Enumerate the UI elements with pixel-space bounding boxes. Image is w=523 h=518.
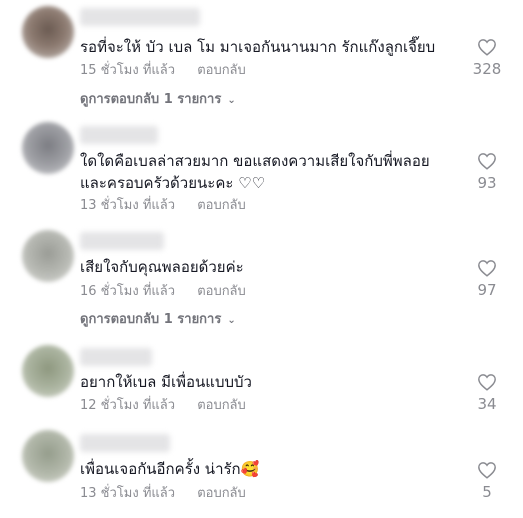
heart-icon [478,260,496,277]
like-count: 97 [477,281,497,299]
view-replies-label: ดูการตอบกลับ 1 รายการ [80,92,222,107]
heart-icon [478,374,496,391]
heart-icon [478,153,496,170]
like-count: 5 [482,483,492,501]
reply-button[interactable]: ตอบกลับ [197,284,246,299]
like-button[interactable]: 34 [458,373,516,414]
like-button[interactable]: 97 [458,259,516,300]
username[interactable] [80,232,164,250]
avatar[interactable] [22,430,74,482]
comment-meta: 13 ชั่วโมง ที่แล้ว ตอบกลับ [80,197,246,215]
like-button[interactable]: 328 [458,38,516,79]
username[interactable] [80,434,170,452]
like-button[interactable]: 93 [458,152,516,193]
username[interactable] [80,348,152,366]
comment-time: 15 ชั่วโมง ที่แล้ว [80,63,176,78]
like-button[interactable]: 5 [458,461,516,502]
comment-time: 12 ชั่วโมง ที่แล้ว [80,398,176,413]
comment-time: 13 ชั่วโมง ที่แล้ว [80,198,176,213]
like-count: 93 [477,174,497,192]
avatar[interactable] [22,6,74,58]
comment-meta: 15 ชั่วโมง ที่แล้ว ตอบกลับ [80,62,246,80]
avatar[interactable] [22,230,74,282]
comment-text: อยากให้เบล มีเพื่อนแบบบัว [80,373,252,391]
view-replies-button[interactable]: ดูการตอบกลับ 1 รายการ ⌄ [80,91,236,110]
view-replies-label: ดูการตอบกลับ 1 รายการ [80,312,222,327]
reply-button[interactable]: ตอบกลับ [197,398,246,413]
comment-text: รอที่จะให้ บัว เบล โม มาเจอกันนานมาก รัก… [80,38,436,56]
comment-meta: 13 ชั่วโมง ที่แล้ว ตอบกลับ [80,485,246,503]
chevron-down-icon: ⌄ [227,95,236,106]
like-count: 328 [472,60,502,78]
comment-text: ใดใดคือเบลล่าสวยมาก ขอแสดงความเสียใจกับพ… [80,152,430,192]
comment-text: เสียใจกับคุณพลอยด้วยค่ะ [80,258,244,276]
avatar[interactable] [22,345,74,397]
chevron-down-icon: ⌄ [227,315,236,326]
view-replies-button[interactable]: ดูการตอบกลับ 1 รายการ ⌄ [80,311,236,330]
username[interactable] [80,8,200,26]
username[interactable] [80,126,158,144]
heart-icon [478,462,496,479]
reply-button[interactable]: ตอบกลับ [197,63,246,78]
comment-time: 16 ชั่วโมง ที่แล้ว [80,284,176,299]
reply-button[interactable]: ตอบกลับ [197,198,246,213]
avatar[interactable] [22,122,74,174]
like-count: 34 [477,395,497,413]
comment-meta: 12 ชั่วโมง ที่แล้ว ตอบกลับ [80,397,246,415]
comment-meta: 16 ชั่วโมง ที่แล้ว ตอบกลับ [80,283,246,301]
heart-icon [478,39,496,56]
comment-text: เพื่อนเจอกันอีกครั้ง น่ารัก🥰 [80,460,260,478]
reply-button[interactable]: ตอบกลับ [197,486,246,501]
comment-time: 13 ชั่วโมง ที่แล้ว [80,486,176,501]
